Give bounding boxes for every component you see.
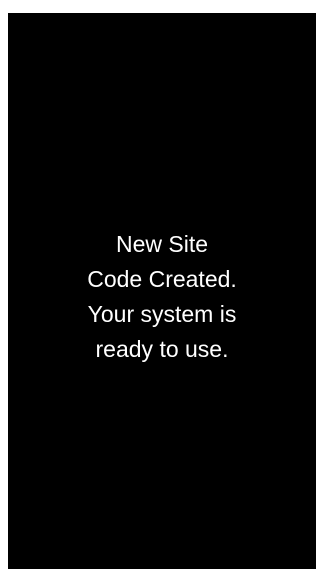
message-line: Code Created. xyxy=(87,266,237,292)
device-frame: New Site Code Created. Your system is re… xyxy=(0,0,324,573)
message-line: Your system is xyxy=(87,301,237,327)
display-screen: New Site Code Created. Your system is re… xyxy=(8,13,316,569)
message-line: ready to use. xyxy=(95,336,229,362)
message-line: New Site xyxy=(115,231,209,257)
confirmation-message: New Site Code Created. Your system is re… xyxy=(8,227,316,367)
